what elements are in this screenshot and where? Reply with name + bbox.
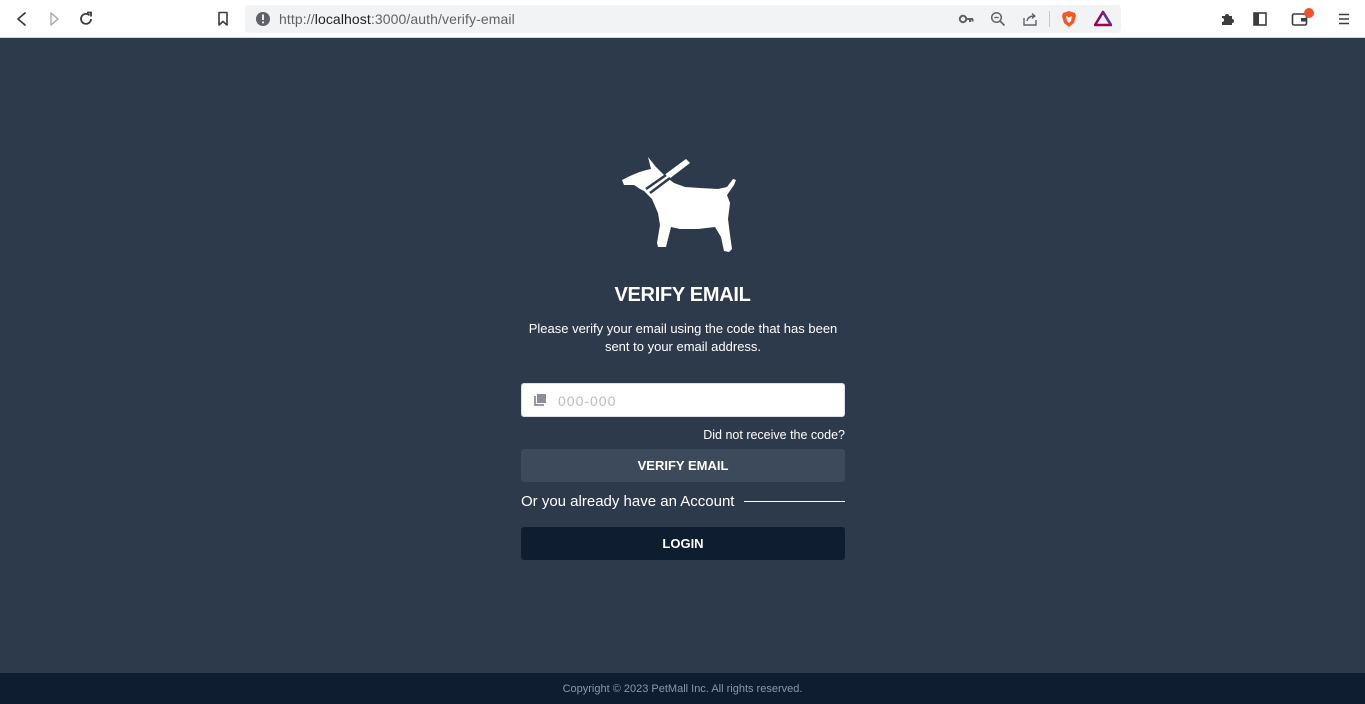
verify-email-button[interactable]: VERIFY EMAIL bbox=[521, 449, 845, 482]
brave-shield-icon[interactable] bbox=[1060, 10, 1078, 28]
page-subtitle: Please verify your email using the code … bbox=[528, 321, 838, 354]
extensions-icon[interactable] bbox=[1216, 7, 1240, 31]
verification-code-field[interactable] bbox=[521, 383, 845, 418]
code-copy-icon bbox=[534, 394, 546, 406]
sidebar-icon[interactable] bbox=[1248, 7, 1272, 31]
login-button[interactable]: LOGIN bbox=[521, 527, 845, 560]
url-path: :3000/auth/verify-email bbox=[370, 11, 515, 27]
url-prefix: http:// bbox=[279, 11, 315, 27]
info-icon[interactable] bbox=[255, 11, 271, 27]
back-icon[interactable] bbox=[10, 7, 34, 31]
url-text[interactable]: http://localhost:3000/auth/verify-email bbox=[279, 11, 515, 27]
url-separator bbox=[1049, 11, 1050, 27]
browser-toolbar: http://localhost:3000/auth/verify-email bbox=[0, 0, 1365, 38]
menu-icon[interactable] bbox=[1332, 7, 1356, 31]
page-title: VERIFY EMAIL bbox=[614, 284, 751, 306]
page-content: VERIFY EMAIL Please verify your email us… bbox=[0, 38, 1365, 673]
dog-logo-icon bbox=[622, 157, 736, 252]
bookmark-icon[interactable] bbox=[211, 7, 235, 31]
verification-code-input[interactable] bbox=[556, 384, 840, 418]
login-divider-text: Or you already have an Account bbox=[521, 492, 735, 510]
url-host: localhost bbox=[314, 11, 371, 27]
share-icon[interactable] bbox=[1022, 11, 1038, 27]
forward-icon[interactable] bbox=[42, 7, 66, 31]
address-bar[interactable]: http://localhost:3000/auth/verify-email bbox=[245, 5, 1121, 33]
key-icon[interactable] bbox=[958, 11, 974, 27]
login-divider: Or you already have an Account bbox=[521, 491, 845, 511]
footer-copyright: Copyright © 2023 PetMall Inc. All rights… bbox=[562, 682, 803, 695]
resend-code-link[interactable]: Did not receive the code? bbox=[703, 428, 845, 442]
zoom-icon[interactable] bbox=[990, 11, 1006, 27]
brave-rewards-icon[interactable] bbox=[1094, 10, 1112, 28]
divider-line bbox=[744, 500, 845, 502]
reload-icon[interactable] bbox=[74, 7, 98, 31]
wallet-notification-badge bbox=[1304, 8, 1314, 18]
footer: Copyright © 2023 PetMall Inc. All rights… bbox=[0, 673, 1365, 704]
